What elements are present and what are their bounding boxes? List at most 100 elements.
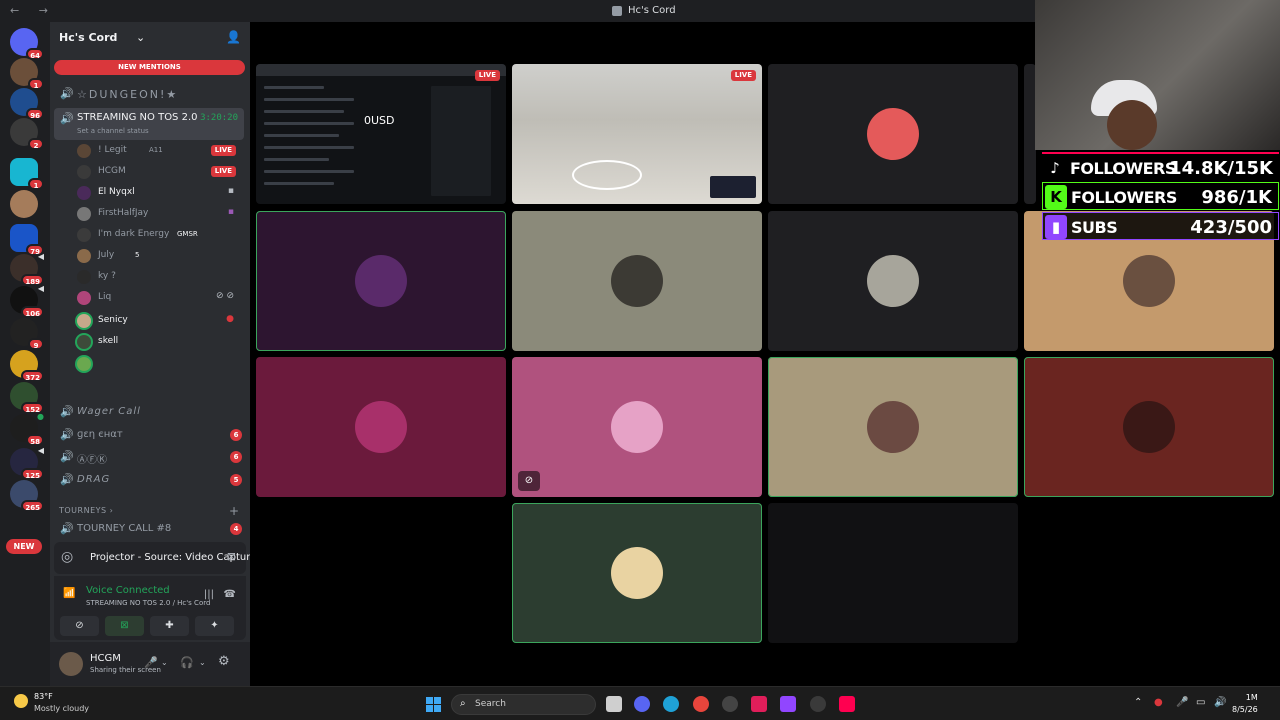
participant-tile[interactable]: [768, 64, 1018, 204]
discord-app-icon[interactable]: [634, 696, 650, 712]
category-tourneys[interactable]: TOURNEYS › +: [59, 504, 239, 518]
voice-member[interactable]: Liq ⊘ ⊘: [77, 288, 240, 308]
server-icon[interactable]: ● 58: [10, 412, 44, 446]
share-screen-button[interactable]: ⊠: [105, 616, 144, 636]
projector-bar[interactable]: ◎ Projector - Source: Video Capture ... …: [54, 542, 250, 574]
participant-tile[interactable]: ⊘: [512, 357, 762, 497]
participant-tile[interactable]: [256, 211, 506, 351]
screenshare-tile-trading[interactable]: 0USD LIVE: [256, 64, 506, 204]
tiktok-followers-goal: ♪ FOLLOWERS 14.8K/15K: [1042, 152, 1279, 180]
chevron-up-icon[interactable]: ⌃: [1134, 697, 1142, 708]
server-icon[interactable]: [10, 190, 38, 218]
screenshare-tile-game[interactable]: LIVE: [512, 64, 762, 204]
signal-icon[interactable]: 📶: [63, 588, 75, 599]
server-icon[interactable]: 79: [10, 224, 44, 256]
chevron-down-icon[interactable]: ⌄: [161, 658, 168, 667]
camera-off-icon: ⊘: [518, 471, 540, 491]
voice-member[interactable]: skell: [77, 332, 240, 352]
noise-suppression-icon[interactable]: |||: [204, 589, 214, 600]
add-channel-icon[interactable]: +: [229, 504, 240, 518]
slack-app-icon[interactable]: [751, 696, 767, 712]
channel-status-prompt[interactable]: Set a channel status: [77, 127, 149, 135]
edge-app-icon[interactable]: [663, 696, 679, 712]
microphone-icon[interactable]: 🎤: [1176, 697, 1188, 708]
browser-bar: [256, 64, 506, 76]
channel-drag[interactable]: 🔊 DRAG 5: [58, 470, 244, 490]
soundboard-button[interactable]: ✦: [195, 616, 234, 636]
back-forward-icons[interactable]: ← →: [10, 4, 56, 17]
display-icon[interactable]: ▭: [1196, 697, 1205, 708]
channel-gen-chat[interactable]: 🔊 ɡεη єнαт 6: [58, 425, 244, 445]
participant-tile[interactable]: [256, 357, 506, 497]
direct-messages-icon[interactable]: 64: [10, 28, 44, 60]
avatar[interactable]: [59, 652, 83, 676]
voice-channel[interactable]: STREAMING NO TOS 2.0 / Hc's Cord: [86, 599, 210, 607]
participant-tile[interactable]: [768, 503, 1018, 643]
task-view-icon[interactable]: [606, 696, 622, 712]
participant-tile[interactable]: [768, 211, 1018, 351]
windows-start-icon[interactable]: [426, 697, 441, 712]
voice-member[interactable]: ! Legit A11 LIVE: [77, 141, 240, 161]
taskbar-search[interactable]: ⌕ Search: [451, 694, 596, 715]
toggle-camera-button[interactable]: ⊘: [60, 616, 99, 636]
voice-member[interactable]: I'm dark Energy GMSR: [77, 225, 240, 245]
chevron-down-icon[interactable]: ⌄: [199, 658, 206, 667]
screen-row: [264, 122, 354, 125]
channel-wager-call[interactable]: 🔊 Wager Call: [58, 402, 244, 422]
server-icon[interactable]: 1: [10, 158, 44, 190]
voice-member[interactable]: Senicy ●: [77, 311, 240, 331]
participant-tile[interactable]: [512, 503, 762, 643]
app-tray-icon[interactable]: ●: [1154, 697, 1163, 708]
channel-dungeon[interactable]: 🔊 ☆DUNGEON!★: [58, 84, 244, 104]
media-player-icon[interactable]: [722, 696, 738, 712]
voice-member[interactable]: El Nyqxl ▪: [77, 183, 240, 203]
avatar: [867, 401, 919, 453]
screen-share-icon: ⊠: [120, 620, 129, 631]
close-projector-icon[interactable]: ⊠: [227, 550, 236, 563]
chrome-app-icon[interactable]: [693, 696, 709, 712]
voice-member[interactable]: [77, 354, 240, 374]
server-icon[interactable]: 372: [10, 350, 44, 382]
server-icon[interactable]: ◀ 189: [10, 252, 44, 286]
voice-member[interactable]: HCGM LIVE: [77, 162, 240, 182]
server-icon[interactable]: 152: [10, 382, 44, 414]
participant-tile[interactable]: [512, 211, 762, 351]
channel-afk[interactable]: 🔊 ⒶⒻⓀ 6: [58, 447, 244, 467]
server-icon[interactable]: ◀ 106: [10, 284, 44, 318]
obs-app-icon[interactable]: [810, 696, 826, 712]
kick-icon: K: [1045, 185, 1067, 209]
invite-people-icon[interactable]: 👤: [226, 30, 241, 44]
twitch-app-icon[interactable]: [780, 696, 796, 712]
new-unreads-pill[interactable]: NEW: [6, 539, 42, 554]
server-icon[interactable]: ◀ 125: [10, 446, 44, 480]
disconnect-icon[interactable]: ☎: [224, 589, 236, 600]
tiktok-app-icon[interactable]: [839, 696, 855, 712]
participant-tile[interactable]: [768, 357, 1018, 497]
channel-streaming-no-tos[interactable]: 🔊 STREAMING NO TOS 2.0 3:20:20 Set a cha…: [54, 108, 244, 140]
headphones-icon[interactable]: 🎧: [180, 656, 194, 669]
voice-member[interactable]: July 5: [77, 246, 240, 266]
participant-tile[interactable]: [1024, 357, 1274, 497]
system-clock[interactable]: 1M 8/5/26: [1232, 692, 1258, 716]
activities-button[interactable]: ✚: [150, 616, 189, 636]
avatar: [77, 270, 91, 284]
voice-member[interactable]: FirstHalfJay ▪: [77, 204, 240, 224]
volume-icon[interactable]: 🔊: [1214, 697, 1226, 708]
new-mentions-pill[interactable]: NEW MENTIONS: [54, 60, 245, 75]
twitch-icon: ▮: [1045, 215, 1067, 239]
channel-tourney-call[interactable]: 🔊 TOURNEY CALL #8 4: [58, 519, 244, 539]
server-header[interactable]: Hc's Cord ⌄ 👤: [50, 22, 250, 54]
server-icon[interactable]: 2: [10, 118, 44, 150]
server-icon[interactable]: 265: [10, 480, 44, 512]
server-icon[interactable]: 1: [10, 58, 44, 90]
server-icon[interactable]: 96: [10, 88, 44, 120]
voice-member[interactable]: ky ?: [77, 267, 240, 287]
server-badge: 372: [21, 370, 44, 382]
muted-deafened-icons: ⊘ ⊘: [216, 291, 234, 301]
server-icon[interactable]: 9: [10, 318, 44, 350]
username: HCGM: [90, 653, 121, 664]
speaker-icon: 🔊: [60, 428, 74, 441]
gear-icon[interactable]: ⚙: [218, 654, 230, 669]
member-name: Senicy: [98, 315, 128, 325]
microphone-icon[interactable]: 🎤: [144, 656, 158, 669]
